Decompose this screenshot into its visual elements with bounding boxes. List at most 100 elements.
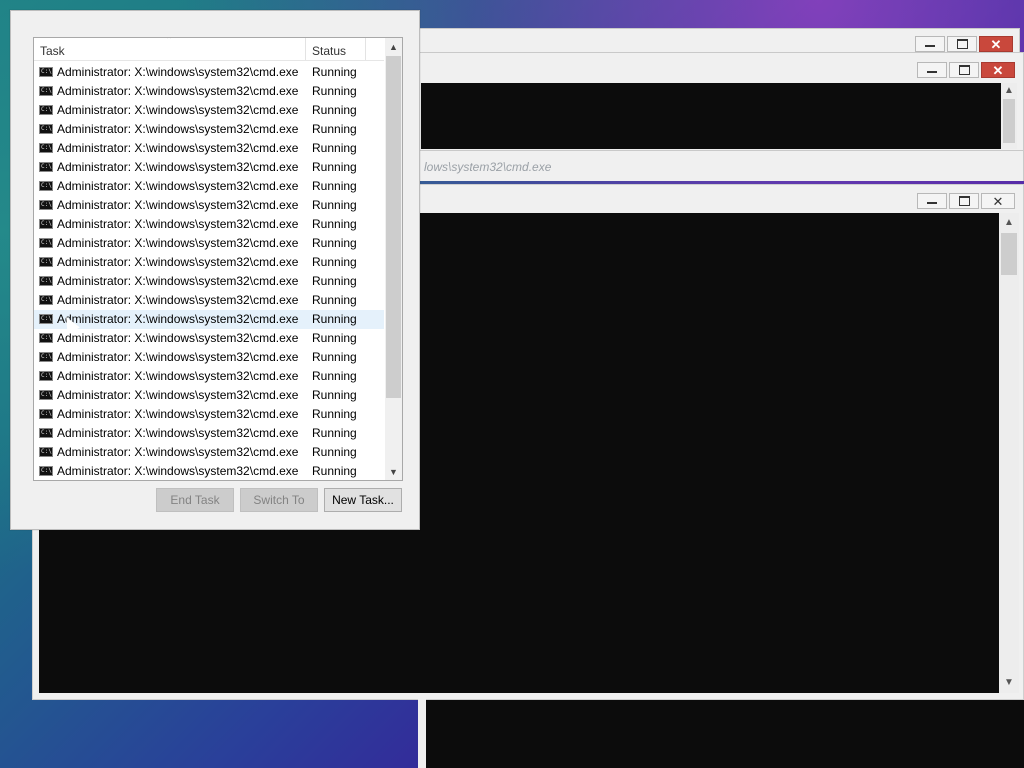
scroll-up-icon[interactable]: ▲: [999, 215, 1019, 231]
new-task-button[interactable]: New Task...: [324, 488, 402, 512]
background-window-2[interactable]: ✕ ▲: [380, 52, 1024, 152]
task-name: Administrator: X:\windows\system32\cmd.e…: [57, 179, 299, 193]
column-divider[interactable]: [365, 38, 366, 60]
scroll-up-icon[interactable]: ▲: [385, 39, 402, 55]
cmd-icon: C:\: [39, 86, 53, 96]
task-name: Administrator: X:\windows\system32\cmd.e…: [57, 388, 299, 402]
task-row[interactable]: C:\ Administrator: X:\windows\system32\cm…: [34, 120, 384, 139]
task-row[interactable]: C:\ Administrator: X:\windows\system32\cm…: [34, 101, 384, 120]
maximize-button[interactable]: [949, 193, 979, 209]
console-area[interactable]: [421, 83, 1001, 149]
task-name: Administrator: X:\windows\system32\cmd.e…: [57, 65, 299, 79]
task-name: Administrator: X:\windows\system32\cmd.e…: [57, 350, 299, 364]
task-name: Administrator: X:\windows\system32\cmd.e…: [57, 426, 299, 440]
minimize-icon: [925, 45, 935, 47]
task-list[interactable]: ⌃ Task Status C:\ Administrator: X:\windo…: [33, 37, 403, 481]
task-row[interactable]: C:\ Administrator: X:\windows\system32\cm…: [34, 386, 384, 405]
task-row[interactable]: C:\ Administrator: X:\windows\system32\cm…: [34, 82, 384, 101]
close-icon: ✕: [990, 36, 1002, 52]
scroll-thumb[interactable]: [1003, 99, 1015, 143]
minimize-button[interactable]: [917, 62, 947, 78]
task-status: Running: [312, 331, 357, 345]
task-status: Running: [312, 255, 357, 269]
task-status: Running: [312, 350, 357, 364]
cmd-icon: C:\: [39, 124, 53, 134]
close-button[interactable]: ✕: [979, 36, 1013, 52]
task-row[interactable]: C:\ Administrator: X:\windows\system32\cm…: [34, 177, 384, 196]
task-row[interactable]: C:\ Administrator: X:\windows\system32\cm…: [34, 63, 384, 82]
close-icon: ✕: [992, 62, 1004, 78]
task-row[interactable]: C:\ Administrator: X:\windows\system32\cm…: [34, 424, 384, 443]
task-row[interactable]: C:\ Administrator: X:\windows\system32\cm…: [34, 310, 384, 329]
task-row[interactable]: C:\ Administrator: X:\windows\system32\cm…: [34, 139, 384, 158]
maximize-icon: [958, 65, 970, 75]
minimize-button[interactable]: [917, 193, 947, 209]
task-name: Administrator: X:\windows\system32\cmd.e…: [57, 255, 299, 269]
scroll-thumb[interactable]: [1001, 233, 1017, 275]
cmd-icon: C:\: [39, 200, 53, 210]
task-row[interactable]: C:\ Administrator: X:\windows\system32\cm…: [34, 291, 384, 310]
window-controls: ✕: [917, 193, 1015, 209]
cmd-icon: C:\: [39, 219, 53, 229]
end-task-button[interactable]: End Task: [156, 488, 234, 512]
task-row[interactable]: C:\ Administrator: X:\windows\system32\cm…: [34, 348, 384, 367]
task-row[interactable]: C:\ Administrator: X:\windows\system32\cm…: [34, 405, 384, 424]
task-row[interactable]: C:\ Administrator: X:\windows\system32\cm…: [34, 215, 384, 234]
task-name: Administrator: X:\windows\system32\cmd.e…: [57, 103, 299, 117]
vertical-scrollbar[interactable]: ▲ ▼: [999, 213, 1019, 693]
task-list-scrollbar[interactable]: ▲ ▼: [385, 38, 402, 480]
task-name: Administrator: X:\windows\system32\cmd.e…: [57, 160, 299, 174]
task-status: Running: [312, 198, 357, 212]
column-header-status[interactable]: Status: [312, 44, 346, 58]
scroll-down-icon[interactable]: ▼: [385, 464, 402, 480]
cmd-icon: C:\: [39, 143, 53, 153]
close-icon: ✕: [992, 193, 1004, 209]
task-status: Running: [312, 236, 357, 250]
task-status: Running: [312, 274, 357, 288]
task-row[interactable]: C:\ Administrator: X:\windows\system32\cm…: [34, 462, 384, 480]
cmd-icon: C:\: [39, 371, 53, 381]
cmd-icon: C:\: [39, 67, 53, 77]
task-name: Administrator: X:\windows\system32\cmd.e…: [57, 84, 299, 98]
scroll-thumb[interactable]: [386, 56, 401, 398]
close-button[interactable]: ✕: [981, 193, 1015, 209]
scroll-down-icon[interactable]: ▼: [999, 675, 1019, 691]
task-status: Running: [312, 445, 357, 459]
maximize-button[interactable]: [949, 62, 979, 78]
task-list-header: ⌃ Task Status: [34, 38, 384, 61]
task-name: Administrator: X:\windows\system32\cmd.e…: [57, 312, 299, 326]
task-row[interactable]: C:\ Administrator: X:\windows\system32\cm…: [34, 253, 384, 272]
cmd-icon: C:\: [39, 447, 53, 457]
task-status: Running: [312, 65, 357, 79]
task-rows: C:\ Administrator: X:\windows\system32\cm…: [34, 63, 384, 480]
task-status: Running: [312, 217, 357, 231]
cmd-icon: C:\: [39, 333, 53, 343]
task-row[interactable]: C:\ Administrator: X:\windows\system32\cm…: [34, 234, 384, 253]
task-name: Administrator: X:\windows\system32\cmd.e…: [57, 464, 299, 478]
window-controls: ✕: [915, 36, 1013, 52]
task-row[interactable]: C:\ Administrator: X:\windows\system32\cm…: [34, 196, 384, 215]
switch-to-button[interactable]: Switch To: [240, 488, 318, 512]
column-divider[interactable]: [305, 38, 306, 60]
task-name: Administrator: X:\windows\system32\cmd.e…: [57, 293, 299, 307]
task-row[interactable]: C:\ Administrator: X:\windows\system32\cm…: [34, 443, 384, 462]
task-row[interactable]: C:\ Administrator: X:\windows\system32\cm…: [34, 329, 384, 348]
task-status: Running: [312, 103, 357, 117]
task-row[interactable]: C:\ Administrator: X:\windows\system32\cm…: [34, 272, 384, 291]
task-row[interactable]: C:\ Administrator: X:\windows\system32\cm…: [34, 158, 384, 177]
cmd-icon: C:\: [39, 295, 53, 305]
maximize-button[interactable]: [947, 36, 977, 52]
task-row[interactable]: C:\ Administrator: X:\windows\system32\cm…: [34, 367, 384, 386]
vertical-scrollbar[interactable]: ▲: [1001, 83, 1017, 149]
scroll-up-icon[interactable]: ▲: [1001, 83, 1017, 99]
cmd-icon: C:\: [39, 105, 53, 115]
column-header-task[interactable]: Task: [40, 44, 65, 58]
sort-ascending-icon: ⌃: [165, 37, 174, 46]
console-area-lower[interactable]: [426, 700, 1024, 768]
task-status: Running: [312, 369, 357, 383]
close-button[interactable]: ✕: [981, 62, 1015, 78]
minimize-icon: [927, 71, 937, 73]
minimize-button[interactable]: [915, 36, 945, 52]
task-name: Administrator: X:\windows\system32\cmd.e…: [57, 122, 299, 136]
cmd-icon: C:\: [39, 238, 53, 248]
